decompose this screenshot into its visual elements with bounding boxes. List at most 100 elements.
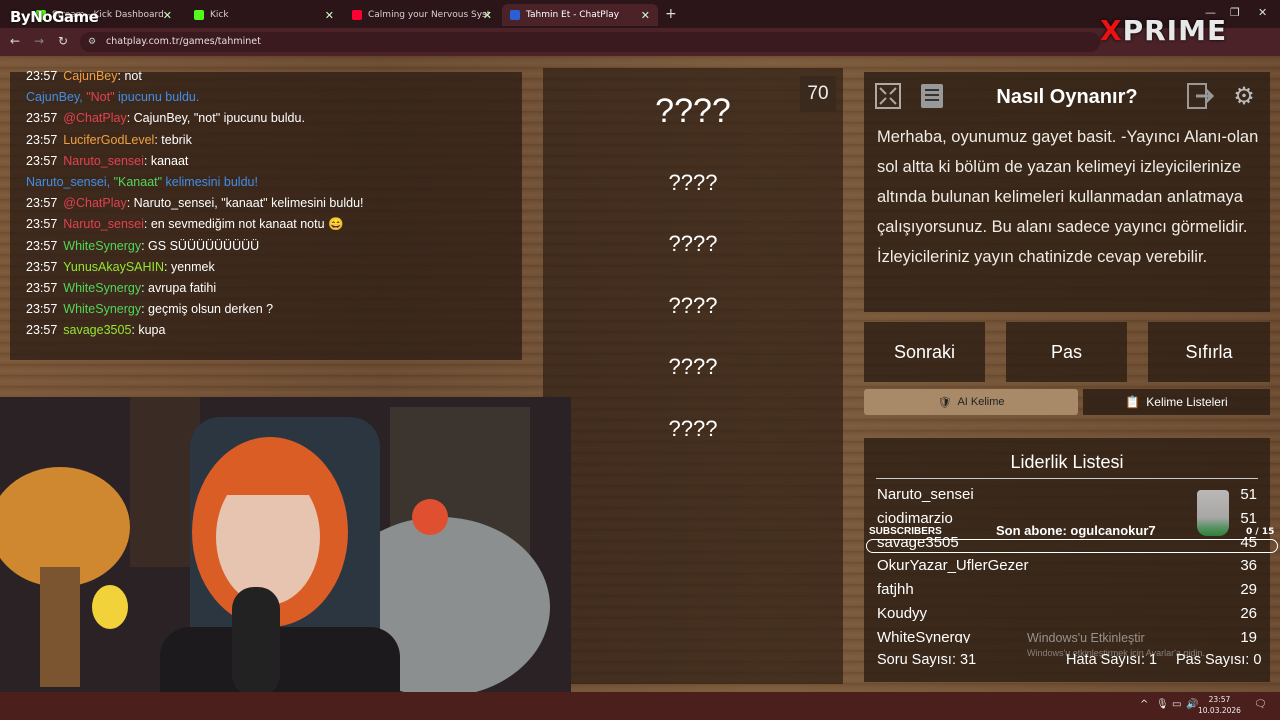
address-bar: ← → ↻ chatplay.com.tr/games/tahminet — [0, 28, 1280, 56]
chat-timestamp: 23:57 — [26, 281, 58, 295]
chat-username[interactable]: CajunBey — [63, 69, 117, 83]
chat-username[interactable]: Naruto_sensei — [63, 154, 144, 168]
chat-panel: 23:57 CajunBey: not CajunBey, "Not" ipucun… — [10, 69, 522, 360]
clock-date: 10.03.2026 — [1198, 706, 1241, 715]
sub-count: 0 / 15 — [1246, 527, 1275, 537]
clipboard-icon: 📋 — [1125, 395, 1141, 409]
chat-message: 23:57 WhiteSynergy: GS SÜÜÜÜÜÜÜÜÜ — [26, 239, 259, 253]
gear-icon[interactable]: ⚙ — [1226, 78, 1262, 114]
reload-icon[interactable]: ↻ — [58, 34, 68, 48]
leaderboard-score: 36 — [1240, 557, 1257, 575]
word-lists-button[interactable]: 📋 Kelime Listeleri — [1083, 389, 1270, 415]
chat-timestamp: 23:57 — [26, 302, 58, 317]
chat-username[interactable]: WhiteSynergy — [63, 281, 141, 295]
subscribers-label: SUBSCRIBERS — [869, 526, 942, 537]
leaderboard-name: OkurYazar_UflerGezer — [877, 557, 1029, 575]
leaderboard-title: Liderlik Listesi — [1010, 452, 1124, 472]
close-icon[interactable]: ✕ — [325, 9, 334, 22]
mic-icon[interactable]: 🎙 — [1156, 699, 1169, 710]
chat-message: 23:57 @ChatPlay: CajunBey, "not" ipucunu … — [26, 111, 305, 125]
clock[interactable]: 23:57 10.03.2026 — [1198, 694, 1241, 716]
close-icon[interactable]: ✕ — [641, 9, 650, 22]
ai-word-label: AI Kelime — [957, 396, 1005, 408]
chat-timestamp: 23:57 — [26, 196, 58, 211]
maximize-icon[interactable]: ❐ — [1230, 6, 1240, 19]
volume-icon[interactable]: 🔊 — [1186, 699, 1198, 710]
chat-username[interactable]: savage3505 — [63, 323, 131, 337]
reset-button[interactable]: Sıfırla — [1148, 322, 1270, 382]
exit-icon[interactable] — [1182, 78, 1218, 114]
leaderboard-name: WhiteSynergy — [877, 628, 971, 643]
url-field[interactable]: chatplay.com.tr/games/tahminet — [80, 32, 1100, 52]
chat-username[interactable]: Naruto_sensei — [63, 217, 144, 231]
how-to-play-text: Merhaba, oyunumuz gayet basit. -Yayıncı … — [877, 128, 1259, 266]
chat-system-text: Naruto_sensei, — [26, 175, 114, 189]
chat-system-text: ipucunu buldu. — [114, 90, 200, 105]
new-tab-icon[interactable]: + — [665, 6, 677, 22]
tab-kick[interactable]: Kick ✕ — [186, 4, 342, 26]
leaderboard-row: OkurYazar_UflerGezer 36 — [877, 557, 1257, 574]
chat-text: Naruto_sensei, "kanaat" kelimesini buldu… — [133, 196, 364, 211]
chat-separator: : — [126, 111, 134, 126]
site-info-icon[interactable]: ⚙ — [88, 37, 96, 47]
network-icon[interactable]: ▭ — [1172, 699, 1181, 710]
chat-username[interactable]: WhiteSynergy — [63, 302, 141, 316]
chat-timestamp: 23:57 — [26, 153, 58, 168]
tab-label: Tahmin Et - ChatPlay — [526, 10, 620, 20]
robot-icon: 🛡 — [937, 396, 952, 409]
windows-activation-text: Windows'u etkinleştirmek için Ayarlar'a … — [1027, 648, 1205, 658]
hidden-word-slot: ???? — [655, 92, 731, 130]
chat-separator: : — [143, 153, 151, 168]
close-icon[interactable]: ✕ — [483, 9, 492, 22]
pass-button[interactable]: Pas — [1006, 322, 1127, 382]
chat-text: en sevmediğim not kanaat notu 😄 — [150, 217, 344, 232]
leaderboard-score: 26 — [1240, 605, 1257, 622]
prime-logo: XPRIME — [1100, 14, 1227, 47]
chat-message: 23:57 WhiteSynergy: avrupa fatihi — [26, 281, 216, 295]
taskbar — [0, 692, 1280, 720]
tab-label: Kick — [210, 10, 229, 20]
webcam-feed — [0, 397, 571, 720]
next-button[interactable]: Sonraki — [864, 322, 985, 382]
chat-message: CajunBey, "Not" ipucunu buldu. — [26, 90, 199, 104]
chat-timestamp: 23:57 — [26, 111, 58, 126]
leaderboard-score: 51 — [1240, 486, 1257, 503]
chatplay-icon — [510, 10, 520, 20]
timer: 70 — [800, 76, 836, 112]
close-icon[interactable]: ✕ — [163, 9, 172, 22]
chat-timestamp: 23:57 — [26, 69, 58, 83]
leaderboard-score: 29 — [1240, 581, 1257, 599]
tab-youtube[interactable]: Calming your Nervous Syst ✕ — [344, 4, 500, 26]
chat-system-text: CajunBey, — [26, 90, 87, 105]
hidden-word-slot: ???? — [668, 354, 718, 379]
chat-timestamp: 23:57 — [26, 259, 58, 274]
chevron-up-icon[interactable]: ^ — [1140, 699, 1148, 710]
chat-username[interactable]: @ChatPlay — [63, 196, 126, 210]
prime-logo-text: PRIME — [1122, 14, 1228, 47]
chat-username[interactable]: YunusAkaySAHIN — [63, 260, 164, 274]
chat-system-text: kelimesini buldu! — [162, 175, 258, 189]
leaderboard-name: Koudyy — [877, 605, 928, 622]
how-to-play-panel: Nasıl Oynanır? ⚙ Merhaba, oyunumuz gayet… — [864, 72, 1270, 312]
chat-message: 23:57 LuciferGodLevel: tebrik — [26, 133, 192, 147]
kick-icon — [194, 10, 204, 20]
chat-text: avrupa fatihi — [148, 281, 217, 295]
chat-text: not — [124, 69, 142, 83]
chat-username[interactable]: LuciferGodLevel — [63, 133, 154, 147]
chat-separator: : — [141, 281, 149, 295]
chat-message: 23:57 Naruto_sensei: en sevmediğim not ka… — [26, 217, 344, 232]
chat-text: yenmek — [170, 259, 215, 274]
youtube-icon — [352, 10, 362, 20]
ai-word-button[interactable]: 🛡 AI Kelime — [864, 389, 1078, 415]
leaderboard-name: Naruto_sensei — [877, 486, 974, 503]
notification-icon[interactable]: 🗨 — [1254, 699, 1267, 710]
chat-message: 23:57 Naruto_sensei: kanaat — [26, 154, 188, 168]
window-close-icon[interactable]: ✕ — [1258, 6, 1267, 19]
chat-system-text: "Kanaat" — [113, 175, 163, 189]
tab-chatplay[interactable]: Tahmin Et - ChatPlay ✕ — [502, 4, 658, 26]
hidden-word-slot: ???? — [668, 293, 718, 318]
forward-icon[interactable]: → — [34, 34, 44, 48]
back-icon[interactable]: ← — [10, 34, 20, 48]
chat-username[interactable]: WhiteSynergy — [63, 239, 141, 253]
chat-username[interactable]: @ChatPlay — [63, 111, 126, 125]
